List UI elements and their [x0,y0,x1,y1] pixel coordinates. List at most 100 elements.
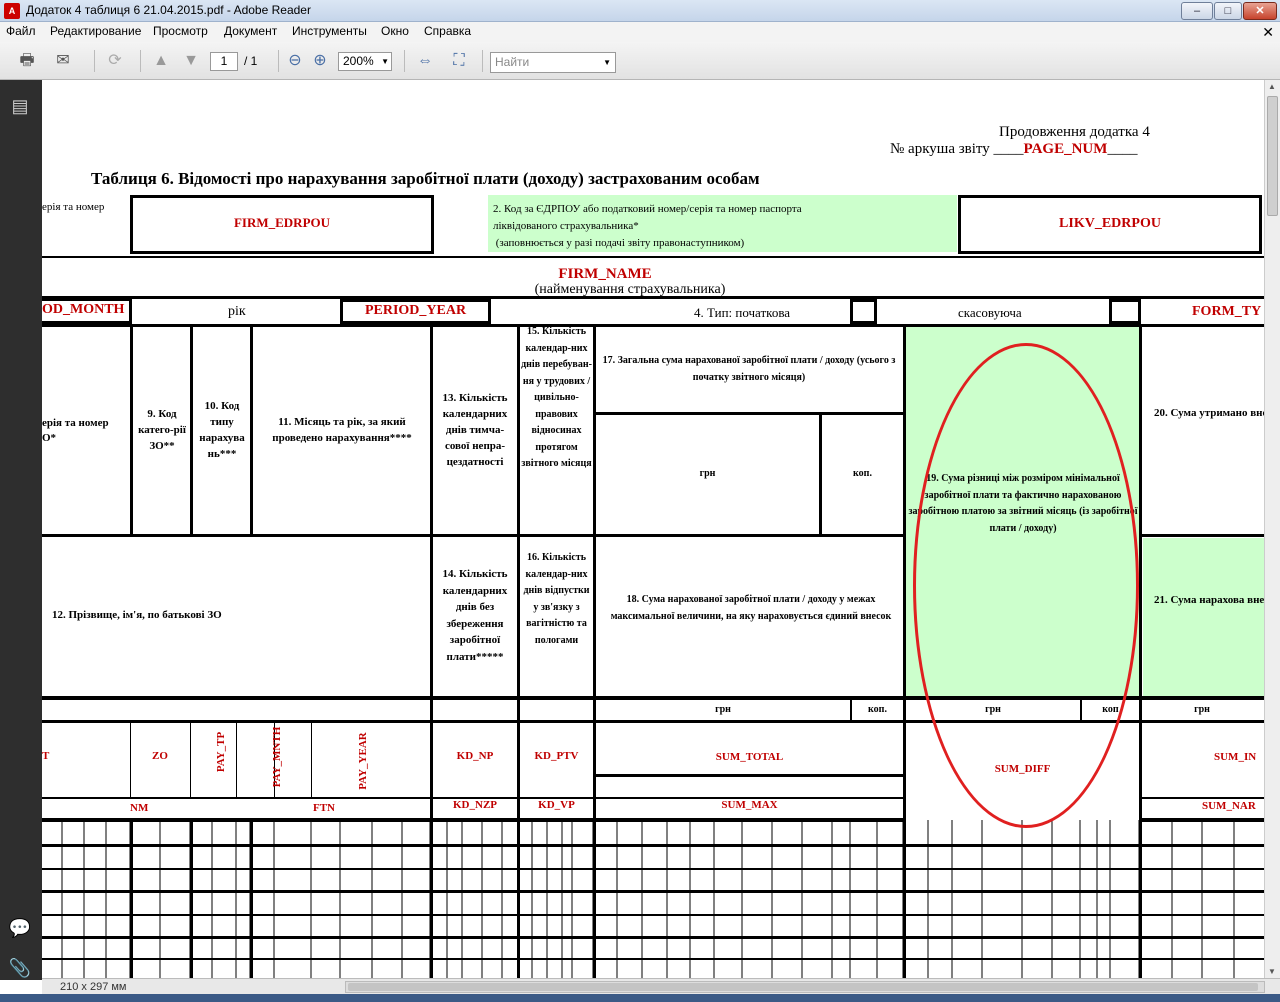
title-bar: A Додаток 4 таблиця 6 21.04.2015.pdf - A… [0,0,1280,22]
field-pay-mnth: PAY_MNTH [271,726,283,788]
grid-col-thick [430,820,433,978]
zoom-out-icon[interactable]: ⊖ [284,50,306,72]
h12: 12. Прізвище, ім'я, по батькові ЗО [52,609,222,621]
type-label: 4. Тип: початкова [694,305,791,320]
row-line [42,296,1264,299]
zoom-value: 200% [343,54,374,68]
field-kd-ptv: KD_PTV [534,750,579,762]
scroll-down-icon[interactable]: ▼ [1268,967,1276,976]
firm-edrpou-field: FIRM_EDRPOU [233,215,331,230]
grid-row [42,844,1264,847]
period-month-field: OD_MONTH [42,302,125,317]
field-sum-nar: SUM_NAR [1202,800,1256,812]
menu-window[interactable]: Окно [381,24,409,38]
scrollbar-thumb[interactable] [1267,96,1278,216]
toolbar-separator [482,50,483,72]
grid-col-thick [903,820,906,978]
menu-help[interactable]: Справка [424,24,471,38]
grid-row [42,936,1264,939]
likv-label-line-1: 2. Код за ЄДРПОУ або податковий номер/се… [493,203,802,215]
chevron-down-icon: ▼ [381,57,389,66]
maximize-button[interactable]: □ [1214,2,1242,20]
sheet-number-label: № аркуша звіту ____ [890,141,1024,157]
horizontal-scrollbar[interactable] [345,981,1265,993]
h9: 9. Код катего-рії ЗО** [138,408,186,452]
menu-edit[interactable]: Редактирование [50,24,141,38]
h16: 16. Кількість календар-них днів відпустк… [523,552,590,646]
likv-label-line-3: (заповнюється у разі подачі звіту правон… [493,237,745,249]
page-number-input[interactable]: 1 [210,52,238,71]
sheet-number: № аркуша звіту ____PAGE_NUM____ [890,141,1137,158]
zoom-in-icon[interactable]: ⊕ [309,50,331,72]
email-icon[interactable]: ✉ [52,50,74,72]
field-sum-total: SUM_TOTAL [715,751,784,763]
h17: 17. Загальна сума нарахованої заробітної… [602,355,896,383]
toolbar-separator [404,50,405,72]
h18: 18. Сума нарахованої заробітної плати / … [610,594,892,622]
document-close-icon[interactable]: ✕ [1262,24,1274,41]
h10: 10. Код типу нарахува нь*** [199,400,245,460]
fit-width-icon[interactable]: ⇔ [414,50,436,72]
cancel-checkbox[interactable] [1109,299,1141,324]
toolbar-separator [278,50,279,72]
col-line [190,723,191,799]
close-button[interactable]: ✕ [1243,2,1277,20]
grid-col-thick [190,820,193,978]
grid-col-thick [593,820,596,978]
firm-name-field: FIRM_NAME [558,266,652,282]
comments-icon[interactable]: 💬 [8,916,32,940]
print-icon[interactable]: 🖶 [16,50,38,72]
h-serial-line-1: ерія та номер [42,417,109,429]
pages-icon[interactable]: ▤ [8,94,32,118]
vertical-scrollbar[interactable]: ▲ ▼ [1264,80,1280,978]
previous-page-icon[interactable]: ▲ [150,50,172,72]
toolbar-separator [94,50,95,72]
field-kd-vp: KD_VP [538,799,575,811]
menu-document[interactable]: Документ [224,24,277,38]
collaborate-icon[interactable]: ⟳ [104,50,126,72]
menu-tools[interactable]: Инструменты [292,24,367,38]
h21-grn: грн [1194,704,1210,715]
col-line [236,723,237,799]
h-serial: ерія та номер О* [42,416,130,446]
zoom-select[interactable]: 200% ▼ [338,52,392,71]
fit-page-icon[interactable]: ⛶ [448,50,470,72]
page-total: / 1 [244,54,258,68]
field-zo: ZO [152,750,168,762]
pdf-page: Продовження додатка 4 № аркуша звіту ___… [42,80,1264,978]
menu-view[interactable]: Просмотр [153,24,208,38]
likv-edrpou-field: LIKV_EDRPOU [1059,216,1161,231]
minimize-button[interactable]: – [1181,2,1213,20]
scrollbar-thumb[interactable] [348,983,1258,991]
field-pay-year: PAY_YEAR [357,732,369,790]
grid-row [42,958,1264,960]
col-line [190,327,193,535]
h18-grn: грн [715,704,731,715]
h20: 20. Сума утримано внеску за звітни зароб… [1154,407,1264,419]
year-label: рік [228,304,246,319]
next-page-icon[interactable]: ▼ [180,50,202,72]
h11: 11. Місяць та рік, за який проведено нар… [272,416,412,444]
scroll-up-icon[interactable]: ▲ [1268,82,1276,91]
grid-col-thick [250,820,253,978]
field-t: T [42,750,50,762]
field-ftn: FTN [313,802,335,814]
sheet-number-tail: ____ [1107,141,1138,157]
initial-checkbox[interactable] [850,299,877,324]
find-placeholder: Найти [495,55,530,69]
page-size: 210 x 297 мм [60,981,127,993]
menu-file[interactable]: Файл [6,24,36,38]
data-entry-grid [42,820,1264,978]
likv-label: 2. Код за ЄДРПОУ або податковий номер/се… [493,201,953,252]
menu-bar: Файл Редактирование Просмотр Документ Ин… [0,22,1280,42]
attachments-icon[interactable]: 📎 [8,956,32,980]
field-kd-np: KD_NP [456,750,494,762]
h17-grn: грн [699,468,716,479]
toolbar-separator [140,50,141,72]
toolbar: 🖶 ✉ ⟳ ▲ ▼ 1 / 1 ⊖ ⊕ 200% ▼ ⇔ ⛶ Найти ▼ [0,42,1280,80]
table-title: Таблиця 6. Відомості про нарахування зар… [91,169,760,188]
col-line [903,327,906,901]
find-input[interactable]: Найти ▼ [490,52,616,73]
grid-row [42,914,1264,916]
grid-col-thick [517,820,520,978]
